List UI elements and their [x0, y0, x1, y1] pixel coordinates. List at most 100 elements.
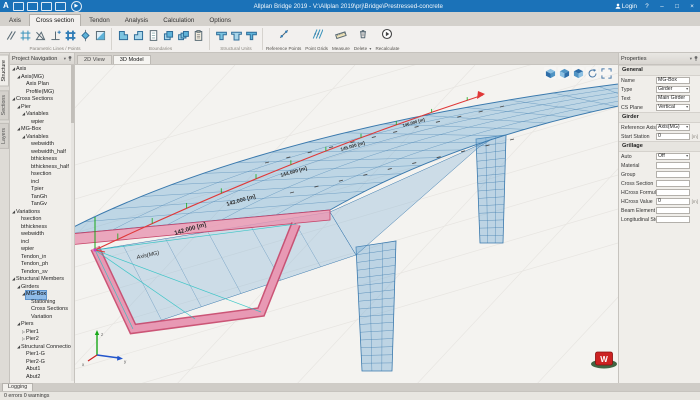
tree-item-variation[interactable]: Variation [10, 314, 74, 322]
tree-item-pier[interactable]: ◢Pier [10, 104, 74, 112]
tree-item-variations[interactable]: ◢Variations [10, 209, 74, 217]
tree-item-webwidth[interactable]: webwidth [10, 141, 74, 149]
tree-item-pier2[interactable]: ▷Pier2 [10, 336, 74, 344]
recalculate-button[interactable]: Recalculate [373, 26, 401, 52]
t-beam-button[interactable] [214, 27, 228, 44]
pin-icon[interactable] [68, 56, 72, 62]
tree-item-webwidth-half[interactable]: webwidth_half [10, 149, 74, 157]
tree-item-variables[interactable]: ◢Variables [10, 134, 74, 142]
quick-access-icon[interactable] [55, 2, 66, 11]
boundary-page-button[interactable] [146, 27, 160, 44]
minimize-button[interactable]: – [657, 3, 667, 10]
tree-item-stationing[interactable]: Stationing [10, 299, 74, 307]
property-value-group[interactable] [656, 171, 690, 178]
tree-item-hsection[interactable]: hsection [10, 216, 74, 224]
property-value-longitudinal-step[interactable] [656, 216, 690, 223]
tree-item-bthickness[interactable]: bthickness [10, 156, 74, 164]
ribbon-tab-analysis[interactable]: Analysis [118, 14, 155, 26]
t-beam3-button[interactable] [244, 27, 258, 44]
tree-item-incl[interactable]: incl [10, 179, 74, 187]
t-beam2-button[interactable] [229, 27, 243, 44]
fullscreen-icon[interactable] [600, 67, 612, 79]
ribbon-tab-cross-section[interactable]: Cross section [29, 14, 81, 26]
parallel-lines-button[interactable] [3, 27, 17, 44]
tree-item-pier1[interactable]: ▷Pier1 [10, 329, 74, 337]
ribbon-tab-tendon[interactable]: Tendon [82, 14, 117, 26]
property-value-cross-section[interactable] [656, 180, 690, 187]
maximize-button[interactable]: □ [672, 3, 682, 10]
property-section-girder[interactable]: Girder [619, 112, 700, 123]
tree-item-pier1-g[interactable]: Pier1-G [10, 351, 74, 359]
tree-item-tangh[interactable]: TanGh [10, 194, 74, 202]
tree-item-tendon-sv[interactable]: Tendon_sv [10, 269, 74, 277]
tree-item-girders[interactable]: ◢Girders [10, 284, 74, 292]
sidebar-vtab-structure[interactable]: Structure [0, 55, 9, 87]
reference-points-button[interactable]: Reference Points [264, 26, 303, 52]
copy-units2-button[interactable] [176, 27, 190, 44]
tree-item-cross-sections[interactable]: ◢Cross Sections [10, 96, 74, 104]
sidebar-vtab-sections[interactable]: Sections [0, 90, 9, 120]
tree-item-axis-plan[interactable]: Axis Plan [10, 81, 74, 89]
construction-grid-button[interactable] [18, 27, 32, 44]
tree-item-variables[interactable]: ◢Variables [10, 111, 74, 119]
tree-item-incl[interactable]: incl [10, 239, 74, 247]
model-canvas[interactable]: 142.000 [m]143.000 [m]144.000 [m]145.000… [75, 65, 618, 383]
orbit-icon[interactable] [586, 67, 598, 79]
diamond-move-button[interactable] [78, 27, 92, 44]
view-cube-front-icon[interactable] [558, 67, 570, 79]
tree-item-tpier[interactable]: Tpier [10, 186, 74, 194]
orientation-compass[interactable]: W [591, 352, 617, 369]
tree-item-wpier[interactable]: wpier [10, 246, 74, 254]
property-value-name[interactable]: MG-Box [656, 77, 690, 84]
pin-icon[interactable] [694, 56, 698, 62]
viewport-tab-3d-model[interactable]: 3D Model [113, 55, 151, 64]
quick-access-icon[interactable] [41, 2, 52, 11]
help-button[interactable]: ? [642, 3, 652, 10]
quick-access-icon[interactable] [27, 2, 38, 11]
property-value-type[interactable]: Girder▾ [656, 86, 690, 93]
fill-boundary-button[interactable] [93, 27, 107, 44]
tree-item-mg-box[interactable]: ◢MG-Box [10, 291, 74, 299]
perpendicular-point-button[interactable] [48, 27, 62, 44]
tree-item-bthickness[interactable]: bthickness [10, 224, 74, 232]
point-grids-button[interactable]: Point Grids [303, 26, 330, 52]
sidebar-vtab-layers[interactable]: Layers [0, 123, 9, 149]
property-value-cs-plane[interactable]: Vertical▾ [656, 104, 690, 111]
bold-grid-button[interactable] [63, 27, 77, 44]
boundary-corner-button[interactable] [116, 27, 130, 44]
ribbon-tab-axis[interactable]: Axis [2, 14, 28, 26]
run-icon[interactable]: ▶ [71, 1, 82, 12]
boundary-corner2-button[interactable] [131, 27, 145, 44]
chevron-down-icon[interactable]: ▾ [690, 56, 692, 62]
clipboard-button[interactable] [191, 27, 205, 44]
delete-button[interactable]: Delete ▾ [352, 26, 374, 52]
property-section-grillage[interactable]: Grillage [619, 141, 700, 152]
tree-item-abut2[interactable]: Abut2 [10, 374, 74, 382]
property-section-general[interactable]: General [619, 65, 700, 76]
close-button[interactable]: × [687, 3, 697, 10]
tree-item-tendon-in[interactable]: Tendon_in [10, 254, 74, 262]
tree-item-bthickness-half[interactable]: bthickness_half [10, 164, 74, 172]
property-value-auto[interactable]: Off▾ [656, 153, 690, 160]
tree-item-tangv[interactable]: TanGv [10, 201, 74, 209]
property-value-hcross-value[interactable]: 0 [656, 198, 690, 205]
login-button[interactable]: Login [615, 3, 637, 10]
tree-item-axis[interactable]: ◢Axis [10, 66, 74, 74]
viewport-tab-2d-view[interactable]: 2D View [77, 55, 112, 64]
tree-item-profile-mg[interactable]: Profile(MG) [10, 89, 74, 97]
tree-item-mg-box[interactable]: ◢MG-Box [10, 126, 74, 134]
measure-button[interactable]: Measure [330, 26, 352, 52]
angle-line-button[interactable] [33, 27, 47, 44]
tree-item-piers[interactable]: ◢Piers [10, 321, 74, 329]
tree-item-abut1[interactable]: Abut1 [10, 366, 74, 374]
tree-item-structural-connections[interactable]: ◢Structural Connections [10, 344, 74, 352]
property-value-material[interactable] [656, 162, 690, 169]
view-cube-top-icon[interactable] [572, 67, 584, 79]
property-value-reference-axis[interactable]: Axis(MG)▾ [656, 124, 690, 131]
tree-item-wpier[interactable]: wpier [10, 119, 74, 127]
tree-item-axis-mg[interactable]: ◢Axis(MG) [10, 74, 74, 82]
sidebar-scrollbar[interactable] [71, 65, 74, 381]
ribbon-tab-options[interactable]: Options [202, 14, 238, 26]
tree-item-hsection[interactable]: hsection [10, 171, 74, 179]
property-value-text[interactable]: Main Girder [656, 95, 690, 102]
